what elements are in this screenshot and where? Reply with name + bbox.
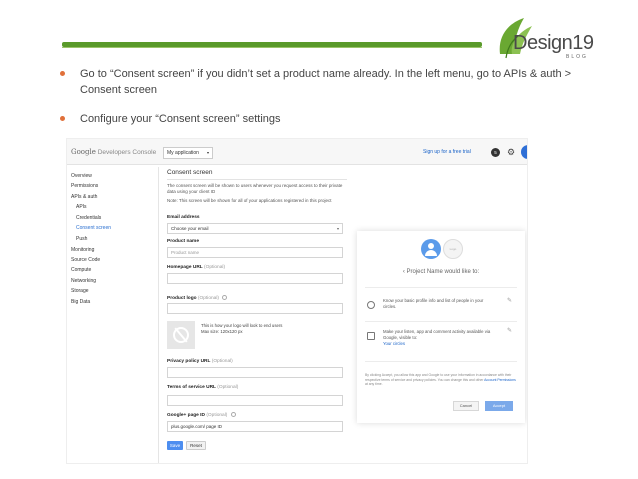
- logo-note: This is how your logo will look to end u…: [201, 323, 283, 334]
- sidebar-item-apis-auth[interactable]: APIs & auth: [71, 194, 97, 200]
- sidebar-item-networking[interactable]: Networking: [71, 278, 96, 284]
- terms-url-input[interactable]: [167, 395, 343, 406]
- gear-icon[interactable]: ⚙: [507, 146, 515, 158]
- preview-divider: [365, 321, 517, 322]
- account-permissions-link[interactable]: Account Permissions: [484, 378, 516, 382]
- consent-description: The consent screen will be shown to user…: [167, 183, 343, 194]
- sidebar-item-permissions[interactable]: Permissions: [71, 183, 98, 189]
- sidebar-item-overview[interactable]: Overview: [71, 173, 92, 179]
- email-label: Email address: [167, 215, 200, 220]
- notifications-badge[interactable]: 5: [491, 148, 500, 157]
- console-brand[interactable]: Google Developers Console: [71, 148, 156, 156]
- bullet-item: Configure your “Consent screen” settings: [58, 111, 578, 127]
- logo-text: Design19: [513, 32, 594, 54]
- sidebar-item-storage[interactable]: Storage: [71, 288, 89, 294]
- product-logo-label: Product logo (Optional): [167, 295, 228, 301]
- user-avatar-icon: [421, 239, 441, 259]
- page-title: Consent screen: [167, 169, 213, 176]
- bullet-text: Go to “Consent screen” if you didn’t set…: [80, 68, 572, 96]
- preview-fine-print: By clicking Accept, you allow this app a…: [365, 373, 516, 386]
- save-button[interactable]: Save: [167, 441, 183, 450]
- pencil-icon[interactable]: ✎: [507, 297, 512, 304]
- header-rule-thin: [62, 47, 482, 48]
- sidebar-item-apis[interactable]: APIs: [76, 204, 87, 210]
- product-logo-input[interactable]: [167, 303, 343, 314]
- bullet-list: Go to “Consent screen” if you didn’t set…: [58, 66, 578, 140]
- cancel-button[interactable]: Cancel: [453, 401, 479, 411]
- sidebar-item-source-code[interactable]: Source Code: [71, 257, 100, 263]
- globe-icon: [367, 301, 375, 309]
- accept-button[interactable]: Accept: [485, 401, 513, 411]
- sidebar-item-consent-screen[interactable]: Consent screen: [76, 225, 111, 231]
- sidebar-item-credentials[interactable]: Credentials: [76, 215, 101, 221]
- bullet-dot-icon: [60, 71, 65, 76]
- gplus-id-label: Google+ page ID (Optional): [167, 412, 236, 418]
- project-select[interactable]: My application ▾: [163, 147, 213, 159]
- product-name-input[interactable]: Product name: [167, 247, 343, 258]
- chevron-down-icon: ▾: [336, 226, 339, 231]
- console-topbar: Google Developers Console My application…: [67, 139, 527, 165]
- bullet-item: Go to “Consent screen” if you didn’t set…: [58, 66, 578, 98]
- avatar[interactable]: [521, 145, 527, 159]
- chevron-down-icon: ▾: [206, 150, 209, 155]
- pencil-icon[interactable]: ✎: [507, 327, 512, 334]
- privacy-url-input[interactable]: [167, 367, 343, 378]
- sidebar-item-monitoring[interactable]: Monitoring: [71, 247, 94, 253]
- preview-divider: [365, 361, 517, 362]
- logo-placeholder-image: [167, 321, 195, 349]
- bullet-text: Configure your “Consent screen” settings: [80, 113, 281, 125]
- homepage-url-label: Homepage URL (Optional): [167, 265, 226, 270]
- bullet-dot-icon: [60, 116, 65, 121]
- sidebar-item-push[interactable]: Push: [76, 236, 87, 242]
- gplus-id-input[interactable]: plus.google.com/ page ID: [167, 421, 343, 432]
- help-icon[interactable]: [230, 412, 236, 417]
- sidebar-item-compute[interactable]: Compute: [71, 267, 91, 273]
- consent-note: Note: This screen will be shown for all …: [167, 198, 332, 203]
- email-select[interactable]: Choose your email ▾: [167, 223, 343, 234]
- console-screenshot: Google Developers Console My application…: [66, 138, 528, 464]
- reset-button[interactable]: Reset: [186, 441, 206, 450]
- title-divider: [167, 179, 347, 180]
- preview-divider: [365, 287, 517, 288]
- help-icon[interactable]: [222, 295, 228, 300]
- permission-profile: Know your basic profile info and list of…: [383, 298, 484, 309]
- product-name-label: Product name: [167, 239, 199, 244]
- consent-preview-card: Logo ‹ Project Name would like to: Know …: [357, 231, 525, 423]
- permission-activity: Make your listen, app and comment activi…: [383, 329, 491, 346]
- logo-subtext: BLOG: [566, 54, 588, 60]
- app-logo-placeholder: Logo: [443, 239, 463, 259]
- circles-link[interactable]: Your circles: [383, 341, 405, 346]
- terms-url-label: Terms of service URL (Optional): [167, 385, 239, 390]
- sidebar: Overview Permissions APIs & auth APIs Cr…: [67, 167, 159, 463]
- free-trial-link[interactable]: Sign up for a free trial: [423, 149, 471, 155]
- privacy-url-label: Privacy policy URL (Optional): [167, 359, 233, 364]
- preview-title: ‹ Project Name would like to:: [402, 269, 480, 275]
- homepage-url-input[interactable]: [167, 273, 343, 284]
- activity-icon: [367, 332, 375, 340]
- sidebar-item-big-data[interactable]: Big Data: [71, 299, 90, 305]
